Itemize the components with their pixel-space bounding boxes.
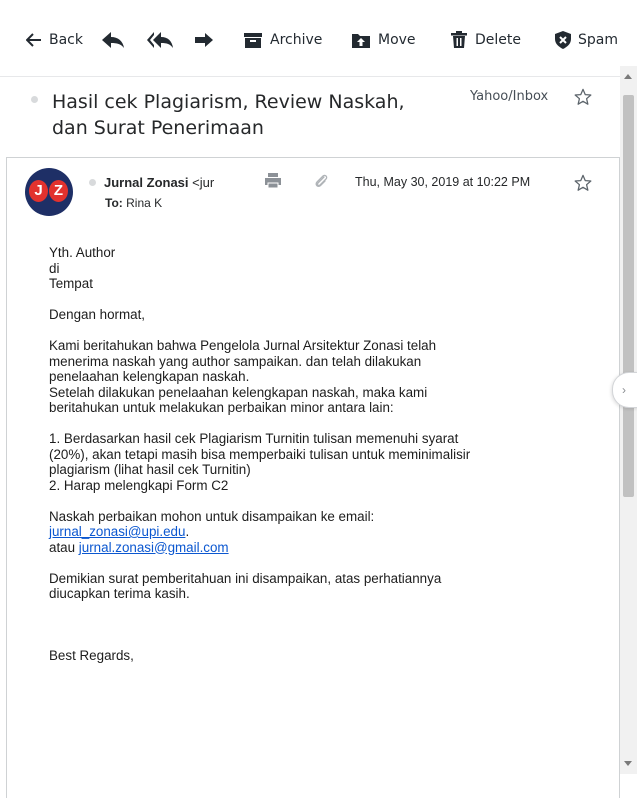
- delete-label: Delete: [475, 32, 521, 48]
- paragraph-line: menerima naskah yang author sampaikan. d…: [49, 353, 422, 369]
- sender-avatar[interactable]: J Z: [25, 168, 73, 216]
- recipient-line[interactable]: To: Rina K: [105, 196, 162, 210]
- next-message-button[interactable]: ›: [612, 372, 637, 408]
- revision-list: 1. Berdasarkan hasil cek Plagiarism Turn…: [49, 431, 594, 493]
- message-star-icon[interactable]: [574, 174, 592, 192]
- archive-label: Archive: [270, 32, 323, 48]
- email-link-suffix: .: [185, 524, 190, 539]
- archive-icon: [244, 32, 262, 48]
- scroll-down-arrow[interactable]: [624, 761, 632, 766]
- subject-header: Hasil cek Plagiarism, Review Naskah, dan…: [0, 76, 620, 157]
- attachment-icon[interactable]: [313, 172, 329, 189]
- email-link-line: jurnal_zonasi@upi.edu.: [49, 524, 594, 540]
- sign-off: Best Regards,: [49, 647, 134, 663]
- greeting-line: Tempat: [49, 276, 93, 291]
- chevron-right-icon: ›: [622, 383, 626, 397]
- closing-line: Demikian surat pemberitahuan ini disampa…: [49, 570, 442, 586]
- or-label: atau: [49, 539, 76, 555]
- scroll-up-arrow[interactable]: [624, 74, 632, 79]
- spam-button[interactable]: Spam: [555, 28, 618, 52]
- greeting-line: Yth. Author: [49, 245, 116, 260]
- arrow-left-icon: [26, 33, 41, 47]
- folder-label: Yahoo/Inbox: [470, 89, 549, 104]
- avatar-letter-j: J: [29, 180, 48, 202]
- list-item: 2. Harap melengkapi Form C2: [49, 477, 229, 493]
- reply-icon: [102, 32, 124, 48]
- sender-email: <jur: [192, 175, 215, 190]
- avatar-letter-z: Z: [49, 180, 68, 202]
- list-item: 1. Berdasarkan hasil cek Plagiarism Turn…: [49, 431, 459, 446]
- greeting-line: di: [49, 260, 60, 276]
- list-item: (20%), akan tetapi masih bisa memperbaik…: [49, 446, 471, 462]
- message-card: J Z Jurnal Zonasi <jur To: Rina K Thu, M…: [6, 157, 620, 798]
- delete-button[interactable]: Delete: [450, 28, 521, 52]
- recipient-name: Rina K: [126, 196, 163, 210]
- reply-all-icon: [147, 32, 173, 48]
- subject-line-2: dan Surat Penerimaan: [52, 117, 264, 139]
- alt-email-line: atau jurnal.zonasi@gmail.com: [49, 540, 594, 556]
- message-read-dot[interactable]: [89, 179, 96, 186]
- read-status-dot[interactable]: [31, 96, 38, 103]
- spam-label: Spam: [578, 32, 618, 48]
- sender-line[interactable]: Jurnal Zonasi <jur: [104, 175, 214, 190]
- sender-name: Jurnal Zonasi: [104, 175, 189, 190]
- back-button[interactable]: Back: [26, 28, 83, 52]
- closing-block: Demikian surat pemberitahuan ini disampa…: [49, 571, 594, 602]
- paragraph-line: Setelah dilakukan penelaahan kelengkapan…: [49, 384, 428, 400]
- trash-icon: [451, 31, 467, 48]
- paragraph-line: penelaahan kelengkapan naskah.: [49, 369, 250, 384]
- greeting-block: Yth. Author di Tempat: [49, 245, 594, 292]
- send-instruction: Naskah perbaikan mohon untuk disampaikan…: [49, 508, 375, 524]
- reply-button[interactable]: [101, 28, 125, 52]
- email-link-gmail[interactable]: jurnal.zonasi@gmail.com: [79, 540, 229, 555]
- email-subject: Hasil cek Plagiarism, Review Naskah, dan…: [52, 89, 422, 141]
- contact-block: Naskah perbaikan mohon untuk disampaikan…: [49, 509, 594, 556]
- archive-button[interactable]: Archive: [243, 28, 322, 52]
- folder-move-icon: [352, 33, 370, 48]
- print-icon[interactable]: [264, 172, 282, 189]
- message-toolbar: Back Archive Move Delete Spam: [0, 0, 637, 76]
- opening-line: Dengan hormat,: [49, 307, 146, 322]
- star-icon[interactable]: [574, 88, 592, 106]
- message-date: Thu, May 30, 2019 at 10:22 PM: [355, 175, 531, 189]
- move-button[interactable]: Move: [351, 28, 416, 52]
- vertical-scrollbar[interactable]: [620, 66, 637, 774]
- back-label: Back: [49, 32, 83, 48]
- to-prefix: To:: [105, 196, 123, 210]
- body-paragraph: Kami beritahukan bahwa Pengelola Jurnal …: [49, 338, 594, 416]
- list-item: plagiarism (lihat hasil cek Turnitin): [49, 462, 251, 477]
- paragraph-line: beritahukan untuk melakukan perbaikan mi…: [49, 400, 394, 415]
- reply-all-button[interactable]: [146, 28, 174, 52]
- message-body: Yth. Author di Tempat Dengan hormat, Kam…: [49, 245, 594, 679]
- paragraph-line: Kami beritahukan bahwa Pengelola Jurnal …: [49, 338, 437, 353]
- closing-line: diucapkan terima kasih.: [49, 586, 190, 601]
- move-label: Move: [378, 32, 416, 48]
- forward-button[interactable]: [194, 28, 214, 52]
- forward-icon: [195, 33, 213, 47]
- scroll-thumb[interactable]: [623, 95, 634, 497]
- shield-spam-icon: [555, 31, 571, 49]
- subject-line-1: Hasil cek Plagiarism, Review Naskah,: [52, 91, 405, 113]
- email-link-upi[interactable]: jurnal_zonasi@upi.edu: [49, 524, 185, 539]
